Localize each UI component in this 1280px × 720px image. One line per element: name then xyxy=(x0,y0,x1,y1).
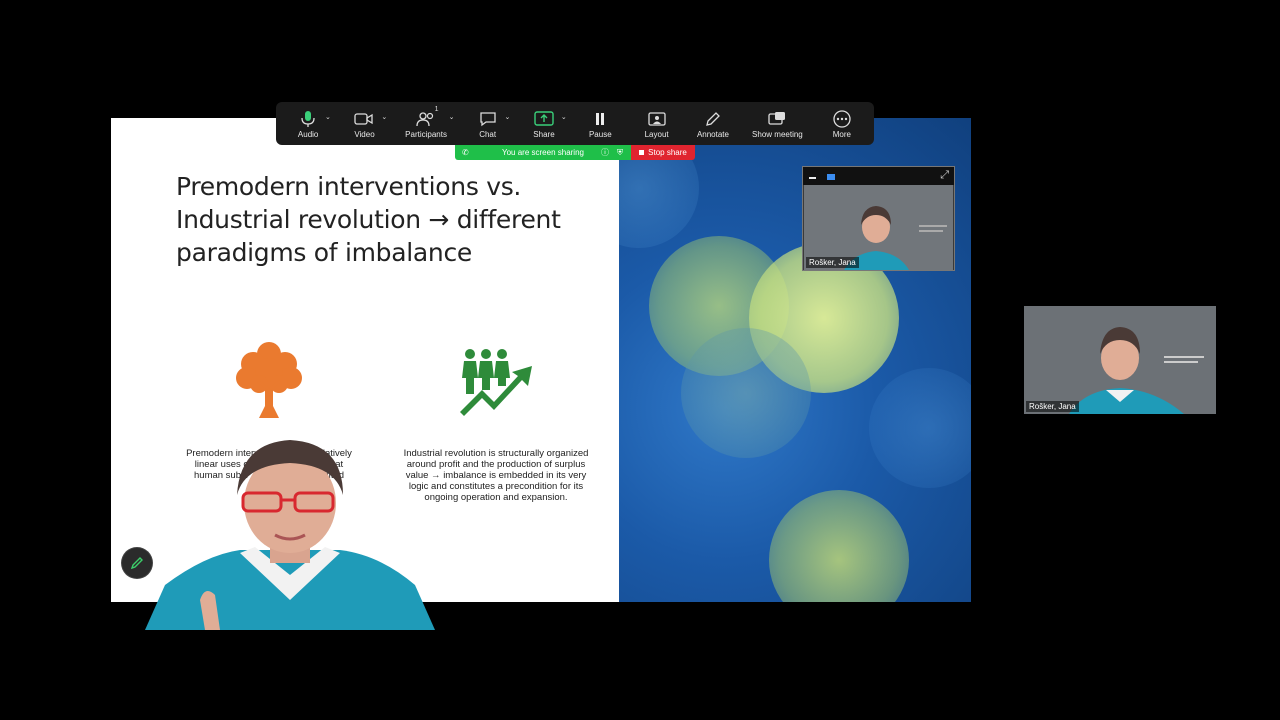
chevron-down-icon[interactable]: ⌄ xyxy=(561,113,567,121)
chevron-down-icon[interactable]: ⌄ xyxy=(504,113,510,121)
chevron-down-icon[interactable]: ⌄ xyxy=(449,113,455,121)
participants-icon xyxy=(416,109,436,129)
share-screen-icon xyxy=(534,109,554,129)
video-button[interactable]: ⌄ Video xyxy=(336,102,392,145)
floating-video-panel[interactable]: ⤢ Rošker, Jana xyxy=(802,166,955,271)
annotate-pencil-button[interactable] xyxy=(122,548,152,578)
microphone-icon xyxy=(300,109,316,129)
participant-name-tag: Rošker, Jana xyxy=(806,257,859,268)
participant-video-image xyxy=(1024,306,1216,414)
more-button[interactable]: More xyxy=(814,102,870,145)
layout-button[interactable]: Layout xyxy=(628,102,684,145)
participants-button[interactable]: 1 ⌄ Participants xyxy=(393,102,460,145)
shield-icon: ⛨ xyxy=(617,147,623,157)
show-meeting-button[interactable]: Show meeting xyxy=(741,102,814,145)
pencil-icon xyxy=(130,557,143,570)
show-meeting-icon xyxy=(768,109,786,129)
growth-people-icon xyxy=(460,349,532,416)
pause-icon xyxy=(594,109,606,129)
view-toggle-icon[interactable] xyxy=(827,174,835,180)
pen-icon xyxy=(705,109,721,129)
tree-icon xyxy=(236,342,302,418)
info-icon[interactable]: ⓘ xyxy=(601,147,609,158)
chat-icon xyxy=(479,109,497,129)
side-video-tile[interactable]: Rošker, Jana xyxy=(1024,306,1216,414)
screen-sharing-banner: ✆ You are screen sharing ⓘ ⛨ xyxy=(455,145,631,160)
audio-button[interactable]: ⌄ Audio xyxy=(280,102,336,145)
floating-video-feed: Rošker, Jana xyxy=(804,185,953,270)
slide-title: Premodern interventions vs. Industrial r… xyxy=(176,172,561,267)
minimize-icon[interactable] xyxy=(809,177,816,179)
stop-share-button[interactable]: Stop share xyxy=(631,145,695,160)
floating-video-header: ⤢ xyxy=(803,167,954,185)
chevron-down-icon[interactable]: ⌄ xyxy=(325,113,331,121)
more-icon xyxy=(833,109,851,129)
camera-icon xyxy=(354,109,374,129)
share-button[interactable]: ⌄ Share xyxy=(516,102,572,145)
expand-icon[interactable]: ⤢ xyxy=(940,169,949,182)
chat-button[interactable]: ⌄ Chat xyxy=(459,102,515,145)
presenter-video-cutout xyxy=(145,440,435,630)
participant-name-tag: Rošker, Jana xyxy=(1026,401,1079,412)
meeting-toolbar: ⌄ Audio ⌄ Video 1 ⌄ Participants ⌄ Chat … xyxy=(276,102,874,145)
stop-icon xyxy=(639,150,645,155)
screen-sharing-text: You are screen sharing xyxy=(502,148,584,157)
participants-count: 1 xyxy=(434,106,439,113)
chevron-down-icon[interactable]: ⌄ xyxy=(381,113,387,121)
layout-icon xyxy=(647,109,666,129)
pause-button[interactable]: Pause xyxy=(572,102,628,145)
phone-icon: ✆ xyxy=(462,148,469,157)
annotate-button[interactable]: Annotate xyxy=(685,102,741,145)
